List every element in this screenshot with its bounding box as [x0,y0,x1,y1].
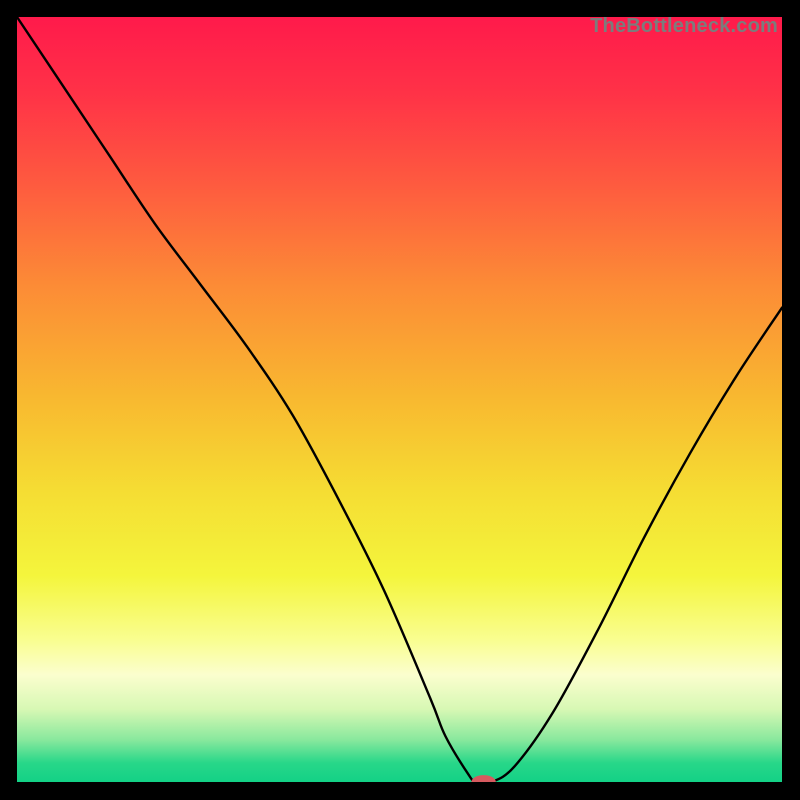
chart-frame: TheBottleneck.com [17,17,782,782]
bottleneck-chart [17,17,782,782]
chart-background [17,17,782,782]
watermark-label: TheBottleneck.com [590,15,778,38]
